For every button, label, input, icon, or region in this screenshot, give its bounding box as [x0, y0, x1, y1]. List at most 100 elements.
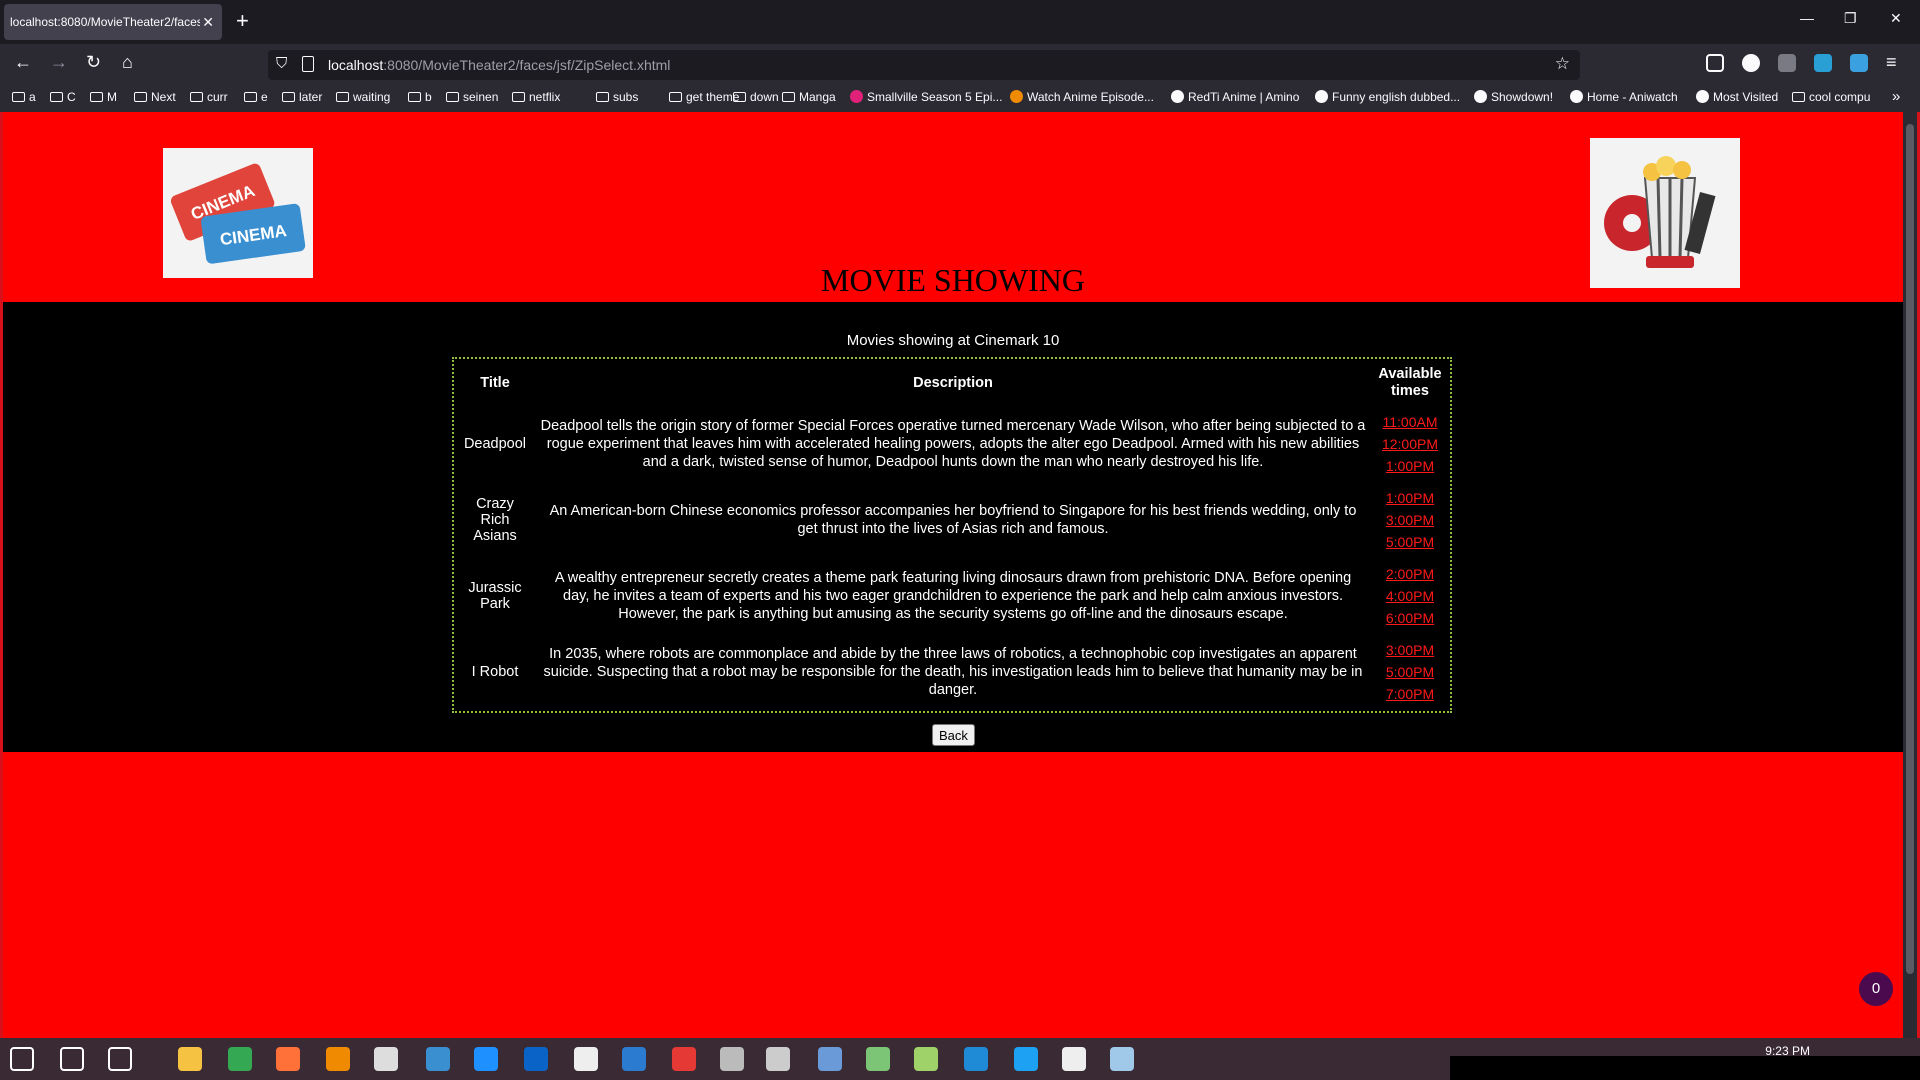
bookmark-item[interactable]: Most Visited [1696, 90, 1778, 104]
theater-subtitle: Movies showing at Cinemark 10 [846, 332, 1060, 349]
bookmark-item[interactable]: Showdown! [1474, 90, 1553, 104]
back-button[interactable]: Back [932, 724, 975, 746]
translate-icon[interactable] [1850, 54, 1868, 72]
bookmark-item[interactable]: curr [190, 90, 228, 104]
bookmark-item[interactable]: Watch Anime Episode... [1010, 90, 1154, 104]
bookmark-item[interactable]: Next [134, 90, 176, 104]
showtime-link[interactable]: 1:00PM [1376, 455, 1444, 477]
bookmarks-overflow-icon[interactable]: » [1892, 88, 1900, 105]
vlc-icon[interactable] [326, 1047, 350, 1071]
bookmark-item[interactable]: a [12, 90, 36, 104]
bookmark-item[interactable]: netflix [512, 90, 560, 104]
new-tab-button[interactable]: + [236, 8, 249, 34]
bookmark-item[interactable]: cool compu [1792, 90, 1870, 104]
showtime-link[interactable]: 3:00PM [1376, 639, 1444, 661]
bookmark-item[interactable]: later [282, 90, 322, 104]
movie-description: An American-born Chinese economics profe… [549, 503, 1357, 537]
showtimes-cell: 3:00PM 5:00PM 7:00PM [1372, 635, 1448, 709]
gear-icon[interactable] [1062, 1047, 1086, 1071]
youtube-icon[interactable] [672, 1047, 696, 1071]
bookmark-item[interactable]: b [408, 90, 432, 104]
mail-icon[interactable] [474, 1047, 498, 1071]
bookmark-item[interactable]: e [244, 90, 268, 104]
restore-button[interactable]: ❐ [1844, 10, 1857, 27]
menu-icon[interactable]: ≡ [1886, 52, 1897, 73]
bookmark-item[interactable]: waiting [336, 90, 390, 104]
bookmark-item[interactable]: C [50, 90, 76, 104]
notepad-icon[interactable] [866, 1047, 890, 1071]
bookmark-item[interactable]: seinen [446, 90, 498, 104]
chrome-icon[interactable] [228, 1047, 252, 1071]
file-explorer-icon[interactable] [178, 1047, 202, 1071]
tab-close-icon[interactable]: ✕ [202, 4, 214, 40]
bookmark-star-icon[interactable]: ☆ [1555, 54, 1570, 74]
outlook-icon[interactable] [524, 1047, 548, 1071]
showtime-link[interactable]: 3:00PM [1376, 509, 1444, 531]
page-scrollbar[interactable] [1903, 112, 1917, 1038]
bookmark-item[interactable]: down [733, 90, 779, 104]
bookmark-item[interactable]: get theme [669, 90, 739, 104]
showtime-link[interactable]: 7:00PM [1376, 683, 1444, 705]
showtime-link[interactable]: 11:00AM [1376, 411, 1444, 433]
bookmark-item[interactable]: Manga [782, 90, 836, 104]
bookmark-item[interactable]: Funny english dubbed... [1315, 90, 1460, 104]
folder-icon [1792, 92, 1805, 102]
package-icon[interactable] [914, 1047, 938, 1071]
account-icon[interactable] [1742, 54, 1760, 72]
bookmark-item[interactable]: Home - Aniwatch [1570, 90, 1678, 104]
extension-badge-icon[interactable] [1814, 54, 1832, 72]
showtime-link[interactable]: 5:00PM [1376, 661, 1444, 683]
reload-icon[interactable]: ↻ [86, 52, 101, 73]
todo-icon[interactable] [426, 1047, 450, 1071]
showtimes-cell: 1:00PM 3:00PM 5:00PM [1372, 483, 1448, 557]
paint-icon[interactable] [574, 1047, 598, 1071]
extension-icon[interactable] [1778, 54, 1796, 72]
showtime-link[interactable]: 4:00PM [1376, 585, 1444, 607]
showtime-link[interactable]: 6:00PM [1376, 607, 1444, 629]
page-icon[interactable] [302, 56, 314, 72]
app-icon[interactable] [374, 1047, 398, 1071]
taskbar-clock[interactable]: 9:23 PM [1765, 1044, 1810, 1058]
bookmark-label: Manga [799, 90, 836, 104]
bookmark-item[interactable]: subs [596, 90, 638, 104]
task-view-icon[interactable] [108, 1047, 132, 1071]
bookmark-item[interactable]: Smallville Season 5 Epi... [850, 90, 1002, 104]
scrollbar-thumb[interactable] [1906, 124, 1914, 974]
notes-icon[interactable] [1110, 1047, 1134, 1071]
search-icon[interactable] [60, 1047, 84, 1071]
pocket-icon[interactable] [1706, 54, 1724, 72]
back-icon[interactable]: ← [14, 52, 32, 73]
url-text[interactable]: localhost:8080/MovieTheater2/faces/jsf/Z… [328, 57, 670, 73]
showtime-link[interactable]: 1:00PM [1376, 487, 1444, 509]
forward-icon[interactable]: → [50, 52, 68, 73]
qbittorrent-icon[interactable] [818, 1047, 842, 1071]
notification-badge[interactable]: 0 [1859, 972, 1893, 1006]
shield-icon[interactable]: ⛉ [276, 55, 287, 72]
showtimes-cell: 2:00PM 4:00PM 6:00PM [1372, 559, 1448, 633]
start-icon[interactable] [10, 1047, 34, 1071]
bookmark-label: e [261, 90, 268, 104]
showtime-link[interactable]: 2:00PM [1376, 563, 1444, 585]
skype-icon[interactable] [1014, 1047, 1038, 1071]
vscode-icon[interactable] [964, 1047, 988, 1071]
url-bar[interactable]: ⛉ localhost:8080/MovieTheater2/faces/jsf… [268, 50, 1580, 80]
site-icon [1171, 90, 1184, 103]
site-icon [1696, 90, 1709, 103]
terminal-icon[interactable] [622, 1047, 646, 1071]
firefox-icon[interactable] [276, 1047, 300, 1071]
settings-wheel-icon[interactable] [720, 1047, 744, 1071]
showtime-link[interactable]: 5:00PM [1376, 531, 1444, 553]
window-close-button[interactable]: ✕ [1890, 10, 1902, 27]
folder-icon [50, 92, 63, 102]
minimize-button[interactable]: — [1800, 10, 1814, 26]
active-tab[interactable]: localhost:8080/MovieTheater2/faces/ ✕ [4, 4, 222, 40]
home-icon[interactable]: ⌂ [122, 52, 133, 73]
photos-icon[interactable] [766, 1047, 790, 1071]
bookmark-label: Home - Aniwatch [1587, 90, 1678, 104]
description-column-header: Description [913, 375, 993, 391]
bookmark-item[interactable]: RedTi Anime | Amino [1171, 90, 1299, 104]
folder-icon [446, 92, 459, 102]
bookmark-item[interactable]: M [90, 90, 117, 104]
showtime-link[interactable]: 12:00PM [1376, 433, 1444, 455]
movie-title: Jurassic Park [468, 580, 522, 612]
